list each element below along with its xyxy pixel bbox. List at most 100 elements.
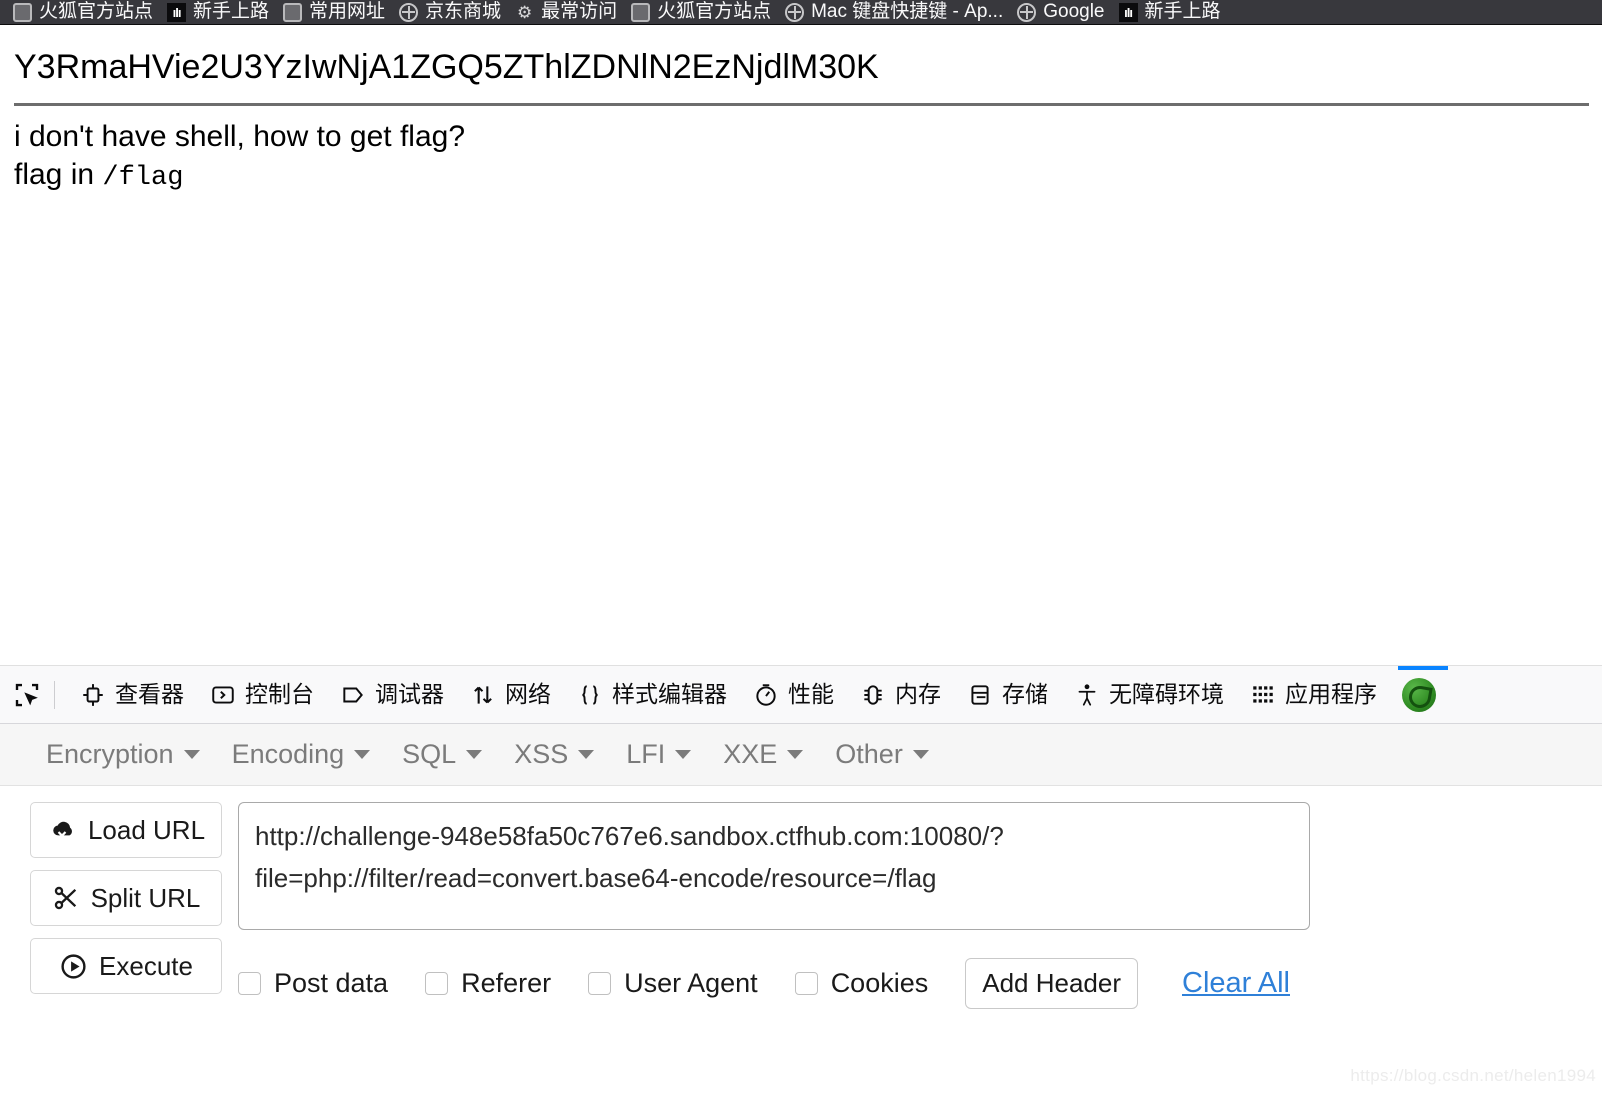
tab-accessibility[interactable]: 无障碍环境 (1061, 666, 1237, 723)
checkbox-label: Post data (274, 968, 389, 998)
split-url-button[interactable]: Split URL (30, 870, 222, 926)
bookmark-item[interactable]: ⚙ 最常访问 (508, 0, 624, 24)
tab-label: 存储 (1002, 681, 1048, 707)
menu-xxe[interactable]: XXE (707, 735, 819, 774)
tab-inspector[interactable]: 查看器 (67, 666, 197, 723)
bookmark-item[interactable]: Mac 键盘快捷键 - Ap... (778, 0, 1010, 24)
checkbox-user-agent[interactable]: User Agent (588, 968, 758, 999)
cloud-download-icon (53, 821, 72, 838)
toolbar-separator (54, 680, 55, 709)
load-url-button[interactable]: Load URL (30, 802, 222, 858)
bookmark-label: Mac 键盘快捷键 - Ap... (811, 1, 1004, 22)
menu-encryption[interactable]: Encryption (30, 735, 216, 774)
button-label: Execute (99, 950, 193, 981)
tab-label: 内存 (895, 681, 941, 707)
bookmark-item[interactable]: 火狐官方站点 (624, 0, 778, 24)
bookmark-label: Google (1043, 1, 1105, 22)
bookmark-label: 最常访问 (541, 1, 618, 22)
style-editor-braces-icon (582, 684, 598, 705)
checkbox-post-data[interactable]: Post data (238, 968, 388, 999)
button-label: Load URL (87, 814, 206, 845)
tab-label: 查看器 (115, 681, 184, 707)
menu-other[interactable]: Other (819, 735, 945, 774)
tab-label: 样式编辑器 (612, 681, 727, 707)
menu-label: Encryption (46, 739, 174, 769)
generic-page-icon (283, 2, 303, 22)
tab-style-editor[interactable]: 样式编辑器 (564, 666, 740, 723)
bookmark-label: 火狐官方站点 (39, 1, 154, 22)
bookmark-item[interactable]: 京东商城 (392, 0, 508, 24)
tab-label: 应用程序 (1285, 681, 1377, 707)
chevron-down-icon (466, 750, 483, 759)
page-content: Y3RmaHVie2U3YzIwNjA1ZGQ5ZThlZDNlN2EzNjdl… (0, 25, 1602, 665)
checkbox-box[interactable] (794, 972, 818, 995)
checkbox-label: Referer (461, 968, 552, 998)
tab-label: 无障碍环境 (1109, 681, 1224, 707)
devtools-panel: 查看器 控制台 调试器 网络 样式编辑器 性能 内存 存储 无障碍环境 应用程序… (0, 665, 1602, 1096)
memory-icon (864, 684, 882, 705)
url-input[interactable] (238, 802, 1310, 930)
tab-console[interactable]: 控制台 (197, 666, 327, 723)
tab-debugger[interactable]: 调试器 (327, 666, 457, 723)
bookmark-item[interactable]: ıIı 新手上路 (160, 0, 276, 24)
flag-hint-path: /flag (102, 163, 184, 193)
tab-label: 调试器 (375, 681, 444, 707)
chart-icon: ıIı (1118, 2, 1138, 22)
tab-network[interactable]: 网络 (457, 666, 564, 723)
menu-lfi[interactable]: LFI (610, 735, 707, 774)
menu-label: LFI (626, 739, 666, 769)
menu-xss[interactable]: XSS (498, 735, 610, 774)
chevron-down-icon (183, 750, 200, 759)
clear-all-link[interactable]: Clear All (1182, 967, 1290, 1000)
menu-label: Other (835, 739, 903, 769)
chevron-down-icon (787, 750, 804, 759)
debugger-icon (343, 687, 363, 702)
checkbox-box[interactable] (238, 972, 261, 995)
generic-page-icon (13, 2, 32, 22)
tab-application[interactable]: 应用程序 (1237, 666, 1390, 723)
menu-label: XXE (723, 739, 778, 769)
devtools-toolbar: 查看器 控制台 调试器 网络 样式编辑器 性能 内存 存储 无障碍环境 应用程序 (0, 666, 1602, 724)
hackbar-body: Load URL Split URL Execute http://challe… (0, 786, 1602, 1009)
menu-label: SQL (402, 739, 457, 769)
bookmark-label: 常用网址 (309, 1, 386, 22)
bookmarks-bar: 火狐官方站点 ıIı 新手上路 常用网址 京东商城 ⚙ 最常访问 火狐官方站点 … (0, 0, 1602, 25)
chart-icon: ıIı (167, 2, 187, 22)
globe-icon (1017, 2, 1037, 22)
bookmark-item[interactable]: 常用网址 (276, 0, 392, 24)
gear-icon: ⚙ (516, 2, 533, 22)
generic-page-icon (631, 2, 651, 22)
checkbox-cookies[interactable]: Cookies (794, 968, 928, 999)
inspector-icon (83, 683, 103, 706)
checkbox-box[interactable] (425, 972, 449, 995)
chevron-down-icon (578, 750, 595, 759)
element-picker-icon[interactable] (10, 678, 44, 712)
execute-button[interactable]: Execute (30, 938, 222, 994)
tab-storage[interactable]: 存储 (954, 666, 1061, 723)
hackbar-action-buttons: Load URL Split URL Execute (30, 802, 222, 1009)
play-circle-icon (61, 953, 86, 979)
flag-hint-prefix: flag in (14, 158, 103, 191)
tab-memory[interactable]: 内存 (847, 666, 954, 723)
bookmark-item[interactable]: Google (1010, 0, 1111, 24)
application-grid-icon (1253, 685, 1273, 703)
tab-label: 控制台 (245, 681, 314, 707)
tab-hackbar-extension[interactable] (1390, 666, 1448, 723)
checkbox-label: User Agent (624, 968, 758, 998)
menu-sql[interactable]: SQL (386, 735, 498, 774)
bookmark-label: 新手上路 (1144, 1, 1221, 22)
bookmark-item[interactable]: ıIı 新手上路 (1112, 0, 1228, 24)
globe-icon (399, 2, 419, 22)
scissors-icon (54, 886, 76, 910)
horizontal-rule (14, 103, 1589, 106)
checkbox-box[interactable] (588, 972, 612, 995)
tab-label: 网络 (505, 681, 551, 707)
checkbox-referer[interactable]: Referer (425, 968, 551, 999)
bookmark-item[interactable]: 火狐官方站点 (6, 0, 160, 24)
tab-performance[interactable]: 性能 (740, 666, 847, 723)
bookmark-label: 京东商城 (425, 1, 502, 22)
add-header-button[interactable]: Add Header (965, 958, 1138, 1009)
accessibility-person-icon (1078, 683, 1096, 706)
chevron-down-icon (912, 750, 929, 759)
menu-encoding[interactable]: Encoding (216, 735, 387, 774)
